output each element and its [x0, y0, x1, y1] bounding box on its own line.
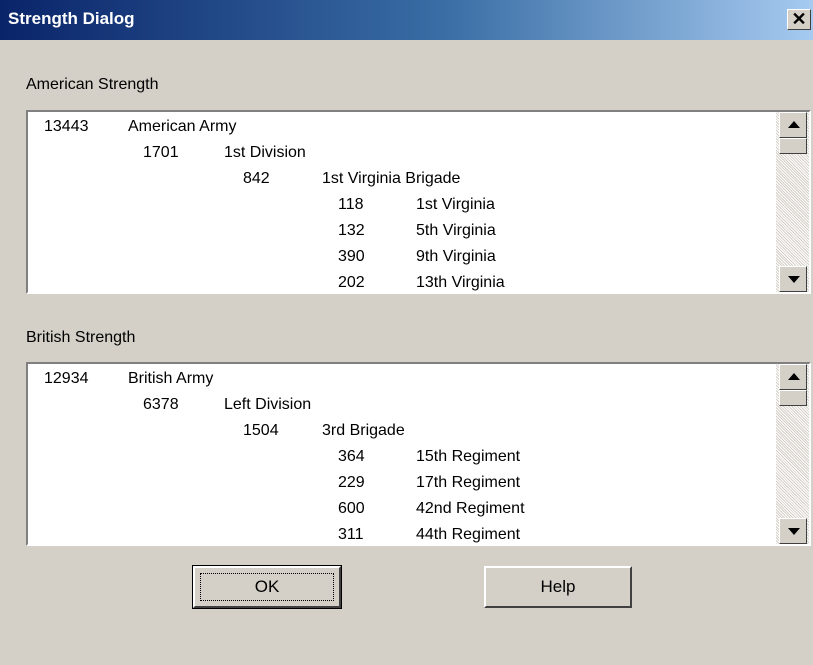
strength-value: 364 [338, 448, 365, 465]
list-item[interactable]: 364 15th Regiment [28, 448, 778, 474]
close-button[interactable]: ✕ [787, 9, 811, 30]
arrow-down-icon [788, 276, 800, 283]
arrow-down-icon [788, 528, 800, 535]
unit-name: 1st Division [224, 144, 306, 161]
unit-name: 9th Virginia [416, 248, 496, 265]
british-strength-list[interactable]: 12934 British Army 6378 Left Division 1504 3r… [26, 362, 811, 546]
british-rows: 12934 British Army 6378 Left Division 1504 3r… [28, 370, 778, 544]
list-item[interactable]: 600 42nd Regiment [28, 500, 778, 526]
ok-button[interactable]: OK [192, 565, 342, 609]
list-item[interactable]: 13443 American Army [28, 118, 778, 144]
strength-value: 132 [338, 222, 365, 239]
british-scrollbar[interactable] [776, 364, 809, 544]
scroll-down-button[interactable] [779, 266, 807, 292]
title-bar: Strength Dialog ✕ [0, 0, 813, 40]
strength-value: 1701 [143, 144, 179, 161]
american-strength-list[interactable]: 13443 American Army 1701 1st Division 842 1st… [26, 110, 811, 294]
list-item[interactable]: 12934 British Army [28, 370, 778, 396]
unit-name: 42nd Regiment [416, 500, 525, 517]
strength-value: 13443 [44, 118, 89, 135]
list-item[interactable]: 1701 1st Division [28, 144, 778, 170]
unit-name: Left Division [224, 396, 312, 413]
window-title: Strength Dialog [8, 9, 135, 28]
strength-value: 118 [338, 196, 364, 213]
american-scrollbar[interactable] [776, 112, 809, 292]
arrow-up-icon [788, 373, 800, 380]
unit-name: 13th Virginia [416, 274, 505, 291]
ok-button-label: OK [200, 573, 334, 601]
list-item[interactable]: 118 1st Virginia [28, 196, 778, 222]
unit-name: 5th Virginia [416, 222, 496, 239]
strength-value: 229 [338, 474, 365, 491]
strength-value: 842 [243, 170, 270, 187]
american-strength-label: American Strength [26, 76, 159, 93]
list-item[interactable]: 842 1st Virginia Brigade [28, 170, 778, 196]
help-button[interactable]: Help [484, 566, 632, 608]
american-rows: 13443 American Army 1701 1st Division 842 1st… [28, 118, 778, 292]
list-item[interactable]: 390 9th Virginia [28, 248, 778, 274]
list-item[interactable]: 6378 Left Division [28, 396, 778, 422]
scroll-up-button[interactable] [779, 364, 807, 390]
strength-value: 12934 [44, 370, 89, 387]
scroll-thumb[interactable] [779, 138, 807, 154]
british-strength-label: British Strength [26, 329, 136, 346]
list-item[interactable]: 132 5th Virginia [28, 222, 778, 248]
unit-name: 44th Regiment [416, 526, 521, 543]
strength-value: 311 [338, 526, 364, 543]
list-item[interactable]: 1504 3rd Brigade [28, 422, 778, 448]
list-item[interactable]: 229 17th Regiment [28, 474, 778, 500]
unit-name: 17th Regiment [416, 474, 521, 491]
close-icon: ✕ [791, 9, 807, 29]
strength-value: 202 [338, 274, 365, 291]
unit-name: 1st Virginia Brigade [322, 170, 461, 187]
strength-value: 6378 [143, 396, 179, 413]
strength-value: 390 [338, 248, 365, 265]
arrow-up-icon [788, 121, 800, 128]
scroll-down-button[interactable] [779, 518, 807, 544]
unit-name: 15th Regiment [416, 448, 521, 465]
strength-value: 600 [338, 500, 365, 517]
unit-name: 1st Virginia [416, 196, 495, 213]
unit-name: 3rd Brigade [322, 422, 405, 439]
strength-value: 1504 [243, 422, 279, 439]
scroll-up-button[interactable] [779, 112, 807, 138]
scroll-thumb[interactable] [779, 390, 807, 406]
list-item[interactable]: 202 13th Virginia [28, 274, 778, 292]
unit-name: British Army [128, 370, 214, 387]
list-item[interactable]: 311 44th Regiment [28, 526, 778, 544]
unit-name: American Army [128, 118, 237, 135]
